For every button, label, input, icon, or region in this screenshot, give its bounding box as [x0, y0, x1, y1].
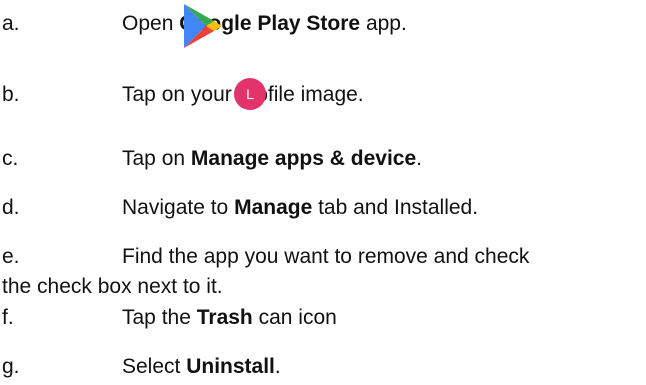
step-letter: g.	[2, 355, 20, 378]
step-letter: b.	[2, 83, 20, 106]
step-text-bold: Manage apps & device	[190, 147, 417, 170]
step-text-part: .	[416, 147, 422, 170]
step-letter: a.	[2, 12, 20, 35]
step-letter: f.	[2, 306, 14, 329]
google-play-store-icon	[184, 4, 222, 48]
profile-avatar-icon: L	[234, 78, 266, 110]
step-text: Open Google Play Store app.	[122, 10, 407, 38]
step-text-part: Tap the	[122, 306, 197, 329]
step-text-part: tab and Installed.	[312, 196, 479, 219]
step-text-part: Tap on	[122, 147, 191, 170]
step-text: Find the app you want to remove and chec…	[122, 245, 530, 268]
step-text-part: app.	[360, 12, 407, 35]
step-letter: e.	[2, 245, 20, 268]
step-letter: c.	[2, 147, 19, 170]
step-text-part: Select	[122, 355, 187, 378]
step-text-part: .	[274, 355, 281, 378]
step-text-bold: Manage	[234, 196, 313, 219]
step-text-part: can icon	[252, 306, 337, 329]
avatar-initial: L	[246, 86, 254, 102]
step-text: Select Uninstall.	[122, 353, 281, 381]
step-text-part: Navigate to	[122, 196, 235, 219]
step-e-continuation: the check box next to it.	[2, 275, 223, 298]
step-text: Tap on Manage apps & device.	[122, 145, 422, 173]
step-text-bold: Uninstall	[186, 355, 275, 378]
step-text: Tap the Trash can icon	[122, 304, 337, 332]
step-letter: d.	[2, 196, 20, 219]
step-text: Navigate to Manage tab and Installed.	[122, 194, 478, 222]
step-text-bold: Trash	[196, 306, 253, 329]
step-text-part: Open	[122, 12, 180, 35]
